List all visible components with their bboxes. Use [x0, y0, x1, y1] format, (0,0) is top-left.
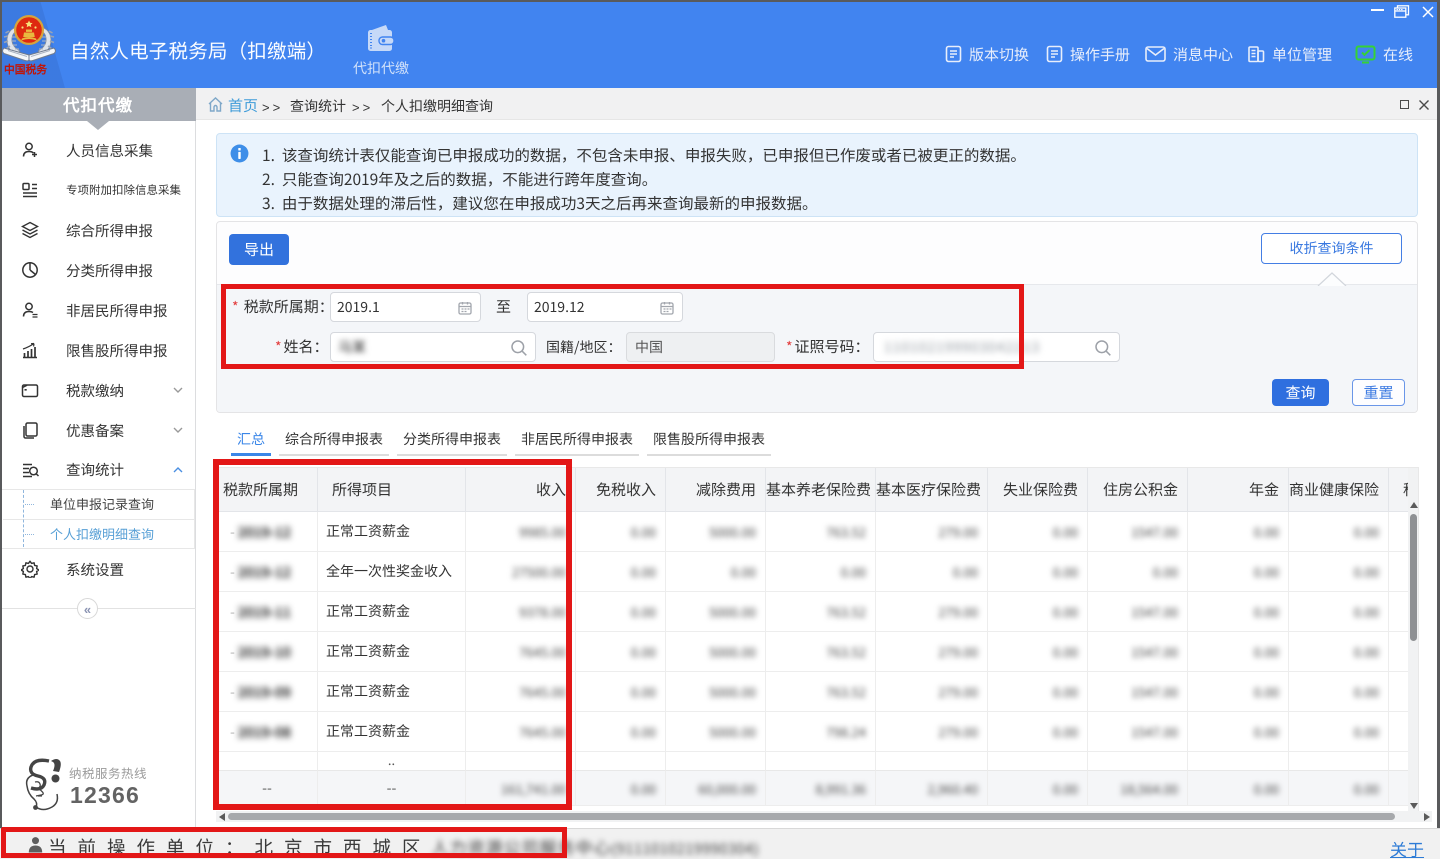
svg-text:中国税务: 中国税务 [4, 62, 47, 78]
